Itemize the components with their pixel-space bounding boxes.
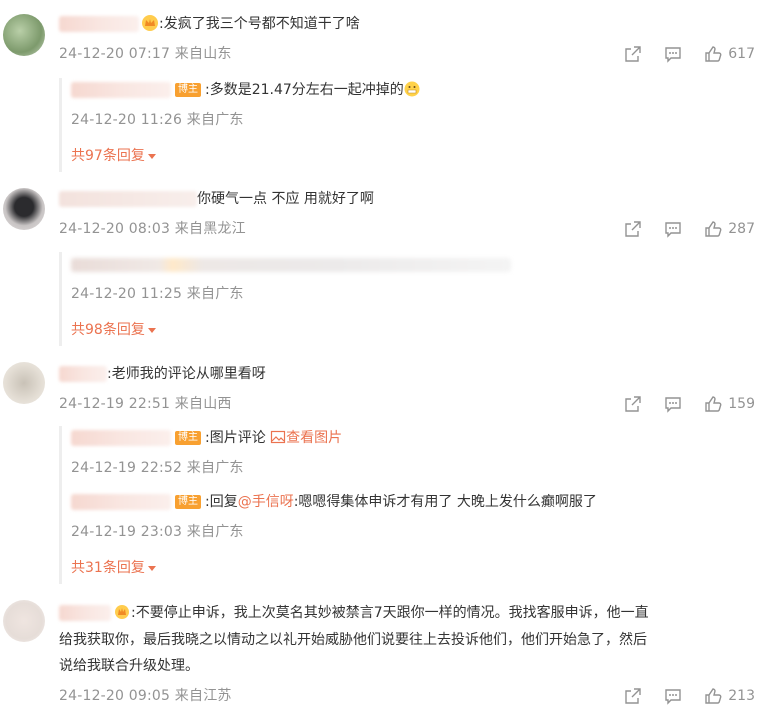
- emoji-icon: [404, 81, 420, 97]
- like-count: 213: [728, 688, 755, 704]
- comment-actions: 287: [602, 220, 755, 238]
- reply-text: :多数是21.47分左右一起冲掉的: [205, 82, 404, 98]
- comment-icon: [665, 689, 681, 705]
- comment-text-line-3: 说给我联合升级处理。: [59, 658, 199, 674]
- chevron-down-icon: [147, 327, 156, 333]
- reply-meta: 24-12-20 11:25 来自广东: [71, 286, 244, 302]
- comment-actions: 213: [602, 687, 755, 705]
- thumbs-up-icon: [705, 221, 722, 237]
- comment-meta: 24-12-20 08:03 来自黑龙江: [59, 221, 246, 237]
- image-icon: [271, 430, 286, 444]
- reply-text: :嗯嗯得集体申诉才有用了 大晚上发什么癫啊服了: [293, 494, 597, 510]
- comment-text-line-2: 给我获取你，最后我晓之以情动之以礼开始威胁他们说要往上去投诉他们，他们开始急了，…: [59, 632, 647, 648]
- comment-icon: [665, 397, 681, 413]
- crown-badge-icon: [142, 15, 158, 31]
- comment-text-line-1: :不要停止申诉，我上次莫名其妙被禁言7天跟你一样的情况。我找客服申诉，他一直: [131, 605, 649, 621]
- thumbs-up-icon: [705, 396, 722, 412]
- share-button[interactable]: [624, 220, 642, 238]
- reply-prefix: :回复: [205, 494, 238, 510]
- reply-section: 博主 :图片评论 查看图片 24-12-19 22:52 来自广东 博主 :回复@手…: [59, 426, 749, 584]
- share-icon: [625, 46, 641, 62]
- reply-username[interactable]: [71, 430, 171, 446]
- more-replies-link[interactable]: 共31条回复: [71, 558, 156, 578]
- like-count: 159: [728, 396, 755, 412]
- comment-button[interactable]: [664, 687, 682, 705]
- reply-section: 博主:多数是21.47分左右一起冲掉的 24-12-20 11:26 来自广东 …: [59, 78, 749, 172]
- more-replies-label: 共31条回复: [71, 560, 145, 576]
- author-badge: 博主: [175, 495, 201, 509]
- more-replies-link[interactable]: 共98条回复: [71, 320, 156, 340]
- more-replies-label: 共98条回复: [71, 322, 145, 338]
- reply-1: 博主 :图片评论 查看图片: [71, 428, 342, 448]
- author-badge: 博主: [175, 83, 201, 97]
- share-button[interactable]: [624, 45, 642, 63]
- comment-actions: 617: [602, 45, 755, 63]
- comment-text: 你硬气一点 不应 用就好了啊: [197, 191, 374, 207]
- reply-meta: 24-12-19 22:52 来自广东: [71, 460, 244, 476]
- comment-button[interactable]: [664, 395, 682, 413]
- like-button[interactable]: 287: [704, 220, 755, 238]
- reply-text: :图片评论: [205, 430, 266, 446]
- share-button[interactable]: [624, 687, 642, 705]
- username[interactable]: [59, 605, 111, 621]
- avatar[interactable]: [3, 14, 45, 56]
- mention-link[interactable]: @手信呀: [238, 494, 294, 510]
- comment-icon: [665, 222, 681, 238]
- crown-badge-icon: [115, 605, 129, 619]
- comment-meta: 24-12-20 07:17 来自山东: [59, 46, 232, 62]
- like-button[interactable]: 159: [704, 395, 755, 413]
- thumbs-up-icon: [705, 688, 722, 704]
- avatar[interactable]: [3, 362, 45, 404]
- reply-username[interactable]: [71, 494, 171, 510]
- like-button[interactable]: 617: [704, 45, 755, 63]
- comment-text: :发疯了我三个号都不知道干了啥: [159, 16, 360, 32]
- username[interactable]: [59, 16, 139, 32]
- comment-button[interactable]: [664, 220, 682, 238]
- chevron-down-icon: [147, 565, 156, 571]
- more-replies-link[interactable]: 共97条回复: [71, 146, 156, 166]
- like-count: 617: [728, 46, 755, 62]
- reply-1: 博主 :多数是21.47分左右一起冲掉的: [71, 80, 420, 100]
- comment-text: :老师我的评论从哪里看呀: [107, 366, 266, 382]
- blurred-reply-text: [71, 258, 511, 272]
- share-icon: [625, 221, 641, 237]
- author-badge: 博主: [175, 431, 201, 445]
- comment-actions: 159: [602, 395, 755, 413]
- comment-meta: 24-12-19 22:51 来自山西: [59, 396, 232, 412]
- reply-username[interactable]: [71, 82, 171, 98]
- more-replies-label: 共97条回复: [71, 148, 145, 164]
- share-icon: [625, 688, 641, 704]
- like-button[interactable]: 213: [704, 687, 755, 705]
- chevron-down-icon: [147, 153, 156, 159]
- reply-section: 24-12-20 11:25 来自广东 共98条回复: [59, 252, 749, 346]
- reply-meta: 24-12-19 23:03 来自广东: [71, 524, 244, 540]
- comment-button[interactable]: [664, 45, 682, 63]
- share-icon: [625, 396, 641, 412]
- comment-icon: [665, 47, 681, 63]
- username[interactable]: [59, 366, 107, 382]
- thumbs-up-icon: [705, 46, 722, 62]
- share-button[interactable]: [624, 395, 642, 413]
- comment-meta: 24-12-20 09:05 来自江苏: [59, 688, 232, 704]
- reply-meta: 24-12-20 11:26 来自广东: [71, 112, 244, 128]
- avatar[interactable]: [3, 600, 45, 642]
- reply-2: 博主 :回复@手信呀:嗯嗯得集体申诉才有用了 大晚上发什么癫啊服了: [71, 492, 597, 512]
- view-image-link[interactable]: 查看图片: [270, 430, 342, 446]
- avatar[interactable]: [3, 188, 45, 230]
- username[interactable]: [59, 191, 197, 207]
- view-image-label: 查看图片: [286, 430, 343, 446]
- like-count: 287: [728, 221, 755, 237]
